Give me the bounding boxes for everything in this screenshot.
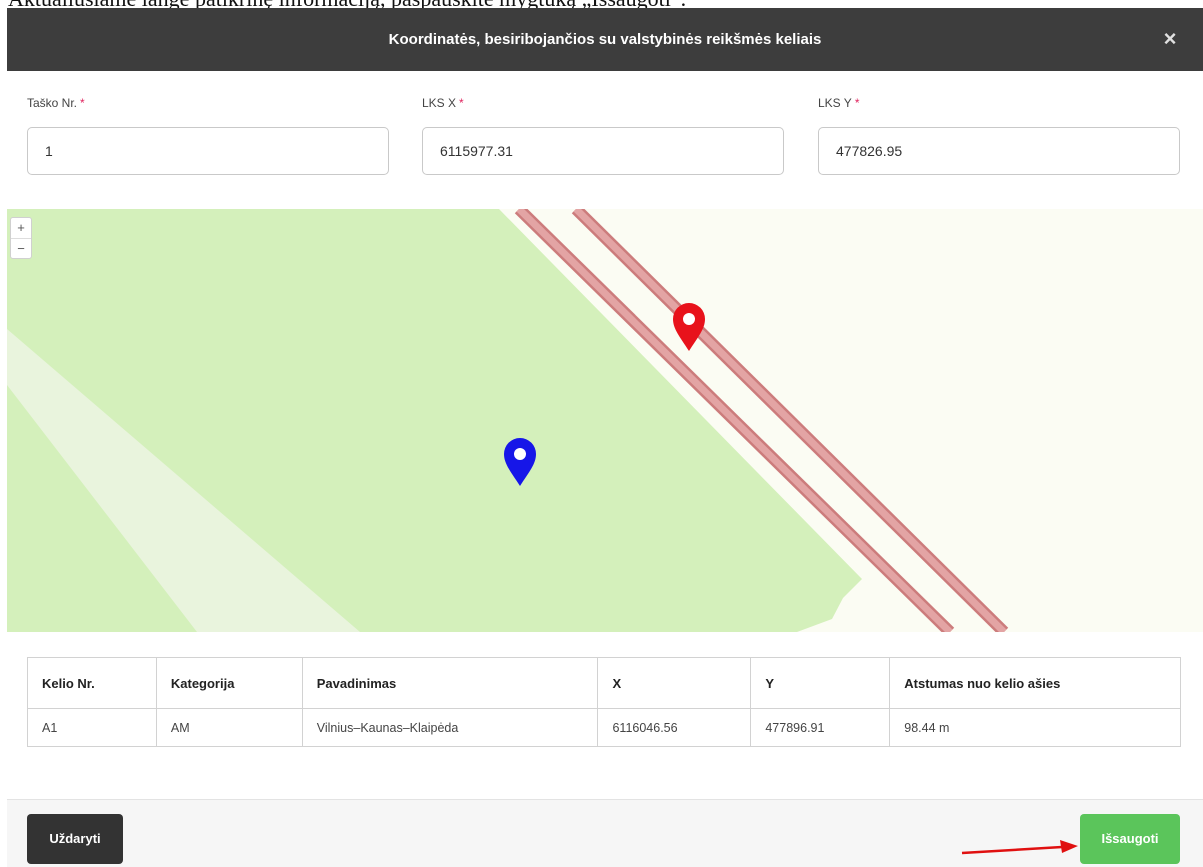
road-results-table: Kelio Nr. Kategorija Pavadinimas X Y Ats… [27,657,1181,747]
close-button[interactable]: Uždaryti [27,814,123,864]
required-marker: * [854,96,860,110]
lks-x-field: LKS X * [422,96,784,175]
distance-cell: 98.44 m [889,708,1181,747]
column-header: Y [750,657,891,709]
zoom-control: + − [10,217,32,259]
column-header: Kategorija [155,657,303,709]
lks-x-label: LKS X * [422,96,464,110]
column-header: Pavadinimas [301,657,599,709]
required-marker: * [459,96,464,110]
required-marker: * [80,96,85,110]
zoom-out-button[interactable]: − [11,238,31,258]
point-number-input[interactable] [27,127,389,175]
annotation-arrow-icon [961,840,1078,855]
column-header: Kelio Nr. [27,657,157,709]
lks-y-field: LKS Y * [818,96,1180,175]
point-number-label: Taško Nr. * [27,96,85,110]
column-header: Atstumas nuo kelio ašies [889,657,1181,709]
road-number-cell: A1 [27,708,157,747]
modal-header: Koordinatės, besiribojančios su valstybi… [7,8,1203,71]
modal-title: Koordinatės, besiribojančios su valstybi… [388,31,822,48]
point-number-field: Taško Nr. * [27,96,389,175]
close-icon[interactable]: × [1159,28,1181,50]
red-marker-icon [673,303,705,351]
category-cell: AM [155,708,303,747]
zoom-in-button[interactable]: + [11,218,31,238]
map-canvas [7,209,1009,632]
lks-y-input[interactable] [818,127,1180,175]
lks-x-input[interactable] [422,127,784,175]
lks-y-label: LKS Y * [818,96,860,110]
y-cell: 477896.91 [750,708,891,747]
table-row: A1 AM Vilnius–Kaunas–Klaipėda 6116046.56… [27,708,1181,747]
save-button[interactable]: Išsaugoti [1080,814,1180,864]
road-name-cell: Vilnius–Kaunas–Klaipėda [301,708,599,747]
x-cell: 6116046.56 [597,708,752,747]
map-view[interactable]: + − [7,209,1203,632]
table-header-row: Kelio Nr. Kategorija Pavadinimas X Y Ats… [27,657,1181,709]
column-header: X [597,657,752,709]
